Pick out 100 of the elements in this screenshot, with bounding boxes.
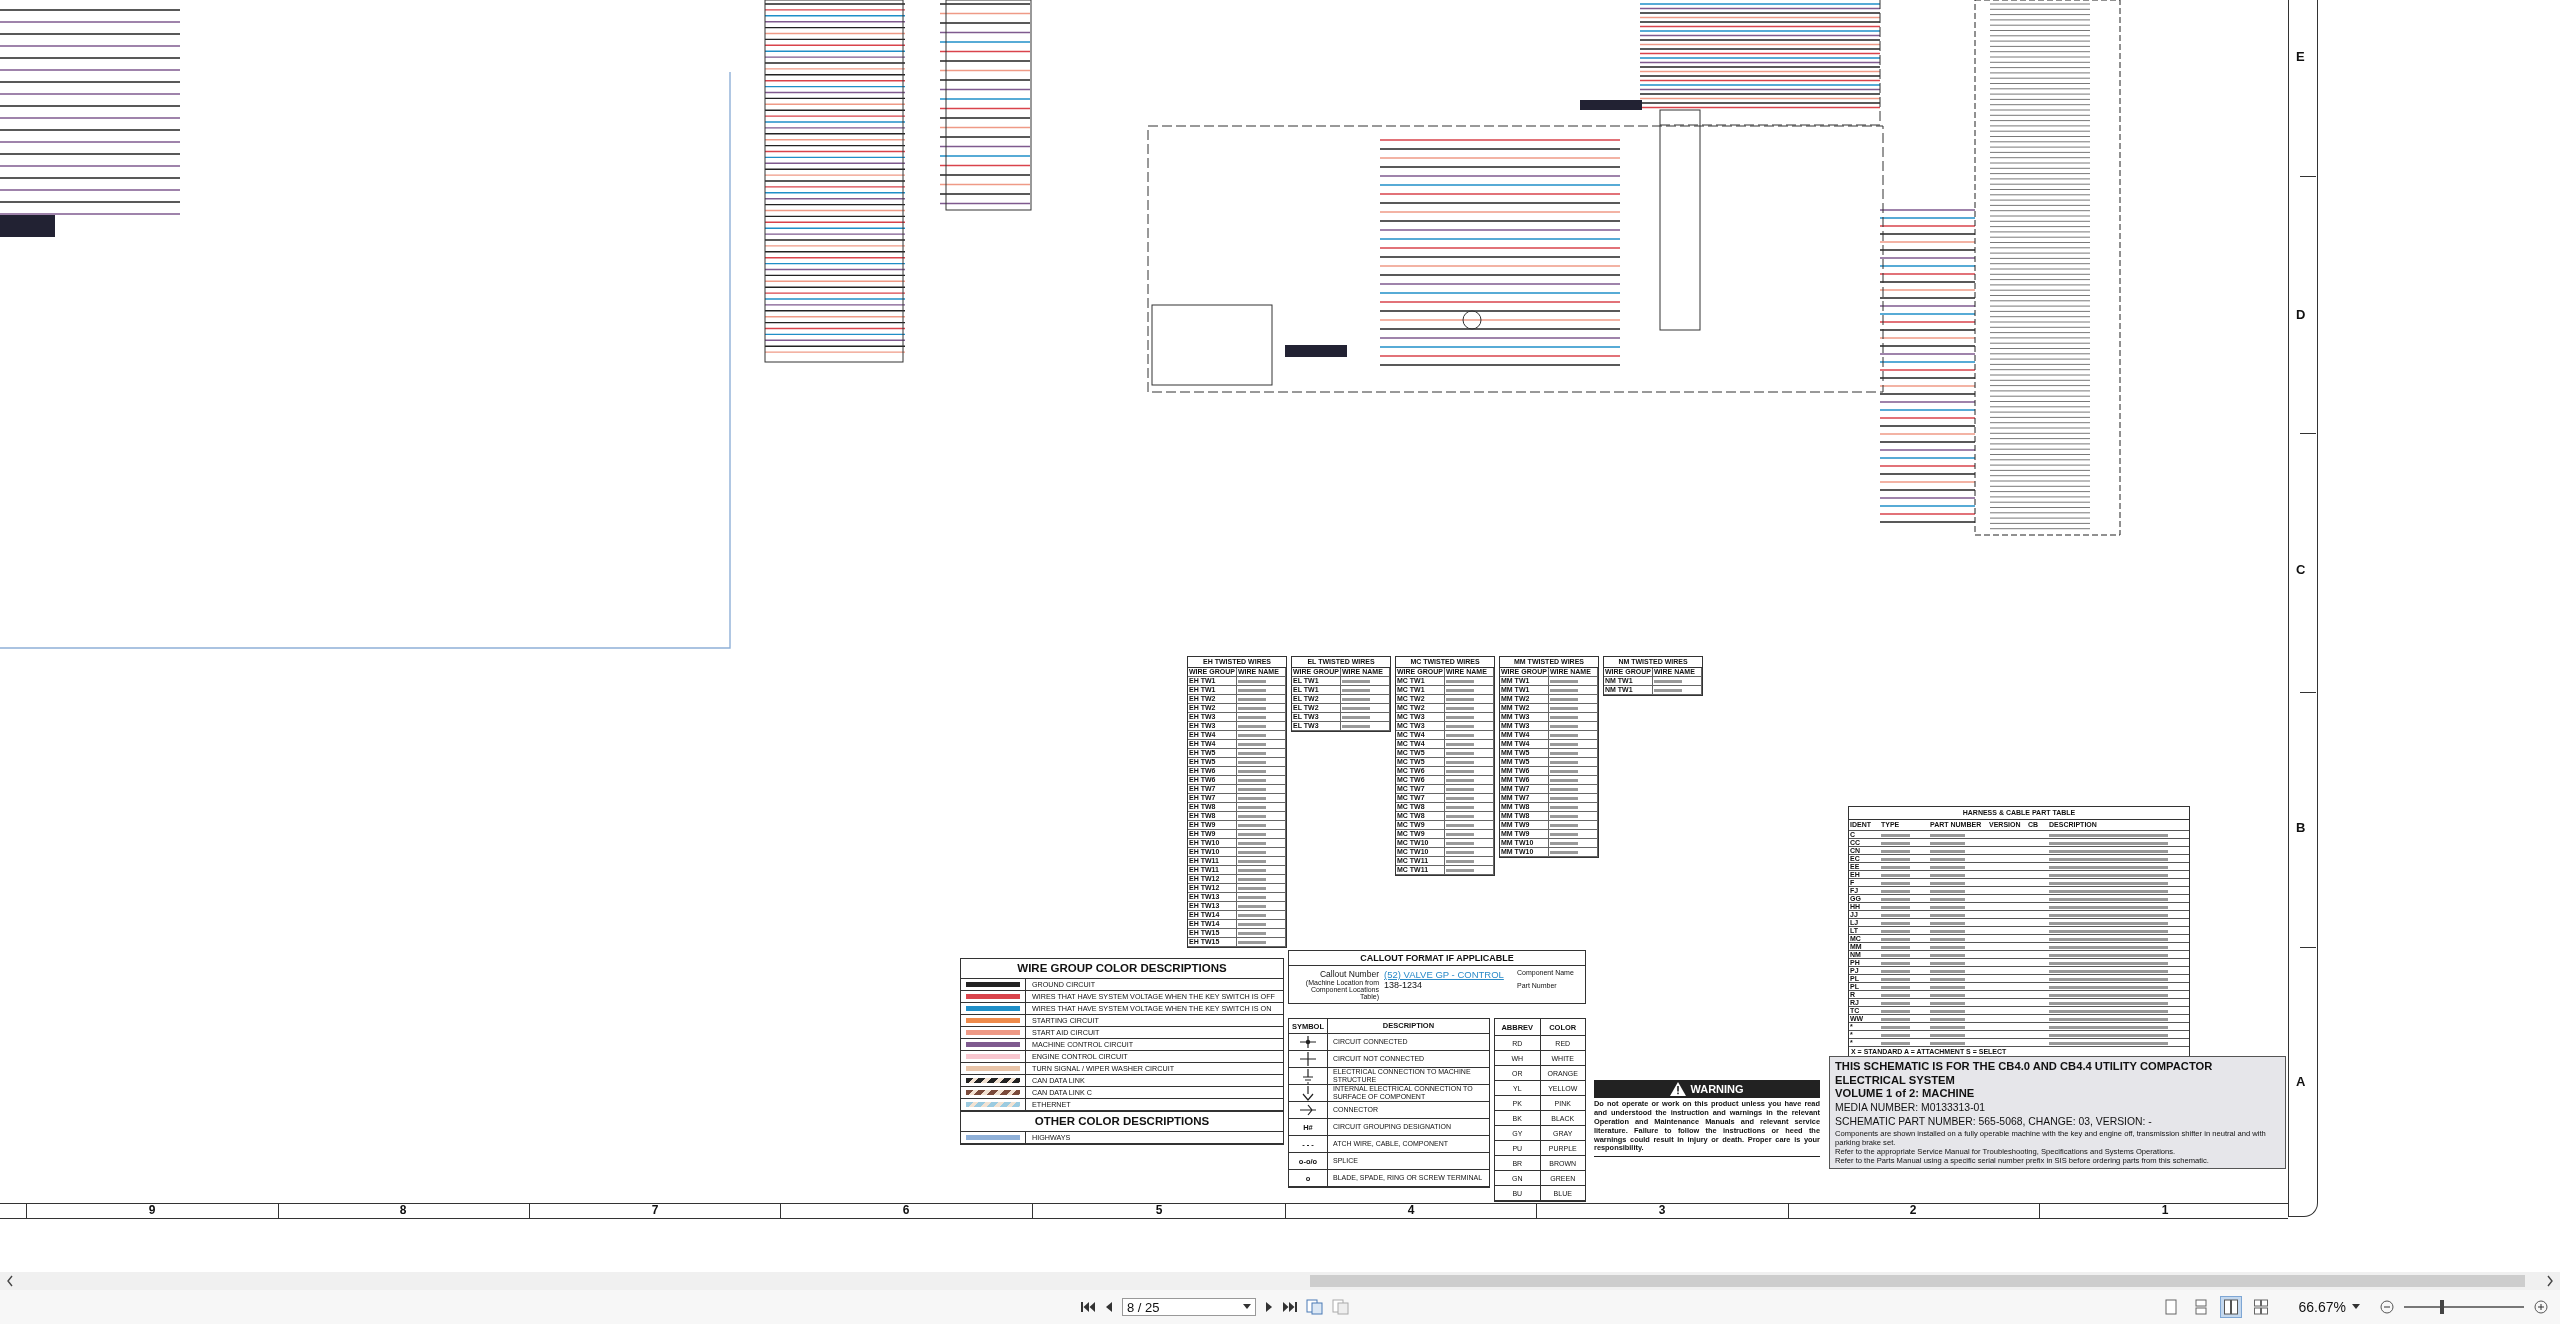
illegible-text-mark — [1550, 778, 1579, 782]
grid-row-label: C — [2296, 562, 2306, 577]
last-page-icon[interactable] — [1282, 1300, 1298, 1314]
illegible-text-mark — [1550, 706, 1579, 710]
illegible-text-mark — [1238, 814, 1267, 818]
illegible-text-mark — [1930, 953, 1965, 957]
horizontal-scrollbar[interactable] — [0, 1272, 2560, 1290]
scrollbar-thumb[interactable] — [1310, 1275, 2525, 1287]
wiring-symbol-icon — [1298, 1034, 1318, 1050]
illegible-text-mark — [1550, 850, 1579, 854]
illegible-text-mark — [1342, 715, 1371, 719]
illegible-text-mark — [1238, 895, 1267, 899]
illegible-text-mark — [1238, 778, 1267, 782]
illegible-text-mark — [1446, 850, 1475, 854]
illegible-text-mark — [1342, 679, 1371, 683]
illegible-text-mark — [1930, 841, 1965, 845]
illegible-text-mark — [1238, 724, 1267, 728]
zoom-in-icon[interactable] — [2534, 1300, 2548, 1314]
illegible-text-mark — [1446, 787, 1475, 791]
grid-column-label: 4 — [1406, 1203, 1416, 1218]
grid-column-label: 9 — [147, 1203, 157, 1218]
pages-icon[interactable] — [1306, 1299, 1324, 1315]
view-mode-button[interactable] — [2220, 1297, 2241, 1317]
dropdown-caret-icon — [2352, 1304, 2360, 1310]
illegible-text-mark — [1550, 841, 1579, 845]
grid-row-label: B — [2296, 820, 2306, 835]
previous-page-icon[interactable] — [1104, 1300, 1114, 1314]
illegible-text-mark — [1930, 1017, 1965, 1021]
grid-row-label: A — [2296, 1074, 2306, 1089]
illegible-text-mark — [1550, 769, 1579, 773]
illegible-text-mark — [1238, 805, 1267, 809]
warning-title: WARNING — [1690, 1083, 1744, 1095]
component-link[interactable]: (52) VALVE GP - CONTROL — [1384, 969, 1512, 980]
illegible-text-mark — [1238, 706, 1267, 710]
illegible-text-mark — [1238, 715, 1267, 719]
illegible-text-mark — [1446, 778, 1475, 782]
wiring-symbol-icon — [1298, 1051, 1318, 1067]
zoom-field[interactable]: 66.67% — [2298, 1299, 2360, 1315]
page-number-field[interactable]: 8 / 25 — [1122, 1298, 1256, 1316]
illegible-text-mark — [1881, 841, 1910, 845]
illegible-text-mark — [1342, 724, 1371, 728]
illegible-text-mark — [1881, 1033, 1910, 1037]
illegible-text-mark — [1881, 945, 1910, 949]
illegible-text-mark — [1550, 751, 1579, 755]
illegible-text-mark — [1654, 679, 1683, 683]
illegible-text-mark — [1550, 724, 1579, 728]
illegible-text-mark — [1446, 868, 1475, 872]
illegible-text-mark — [1930, 1041, 1965, 1045]
zoom-out-icon[interactable] — [2380, 1300, 2394, 1314]
illegible-text-mark — [1930, 1025, 1965, 1029]
illegible-text-mark — [1238, 760, 1267, 764]
scroll-right-icon[interactable] — [2546, 1275, 2554, 1287]
illegible-text-mark — [1930, 913, 1965, 917]
illegible-text-mark — [1550, 832, 1579, 836]
illegible-text-mark — [1550, 814, 1579, 818]
illegible-text-mark — [1550, 760, 1579, 764]
illegible-text-mark — [1550, 733, 1579, 737]
illegible-text-mark — [1238, 823, 1267, 827]
illegible-text-mark — [1930, 985, 1965, 989]
illegible-text-mark — [1550, 823, 1579, 827]
slider-thumb[interactable] — [2440, 1300, 2445, 1314]
illegible-text-mark — [1881, 937, 1910, 941]
illegible-text-mark — [1550, 805, 1579, 809]
first-page-icon[interactable] — [1080, 1300, 1096, 1314]
illegible-text-mark — [1446, 724, 1475, 728]
illegible-text-mark — [1930, 849, 1965, 853]
illegible-text-mark — [1238, 940, 1267, 944]
illegible-text-mark — [1881, 1001, 1910, 1005]
illegible-text-mark — [1881, 873, 1910, 877]
illegible-text-mark — [1446, 841, 1475, 845]
illegible-text-mark — [1238, 697, 1267, 701]
illegible-text-mark — [1342, 706, 1371, 710]
illegible-text-mark — [1930, 833, 1965, 837]
illegible-text-mark — [1881, 833, 1910, 837]
illegible-text-mark — [1446, 805, 1475, 809]
illegible-text-mark — [1238, 688, 1267, 692]
illegible-text-mark — [1881, 921, 1910, 925]
grid-column-label: 1 — [2160, 1203, 2170, 1218]
illegible-text-mark — [1238, 769, 1267, 773]
title-block-text: MEDIA NUMBER: M0133313-01 — [1835, 1100, 1987, 1115]
illegible-text-mark — [1446, 751, 1475, 755]
illegible-text-mark — [1238, 832, 1267, 836]
illegible-text-mark — [1446, 688, 1475, 692]
illegible-text-mark — [1238, 913, 1267, 917]
scroll-left-icon[interactable] — [6, 1275, 14, 1287]
illegible-text-mark — [1238, 922, 1267, 926]
grid-column-label: 8 — [398, 1203, 408, 1218]
illegible-text-mark — [1342, 688, 1371, 692]
illegible-text-mark — [1881, 865, 1910, 869]
part-number: 138-1234 — [1384, 980, 1424, 990]
illegible-text-mark — [1446, 706, 1475, 710]
grid-column-label: 6 — [901, 1203, 911, 1218]
title-block-text: SCHEMATIC PART NUMBER: 565-5068, CHANGE: 03, VERSION: - — [1835, 1114, 2153, 1129]
illegible-text-mark — [1881, 1017, 1910, 1021]
illegible-text-mark — [1446, 733, 1475, 737]
illegible-text-mark — [1550, 787, 1579, 791]
illegible-text-mark — [1881, 953, 1910, 957]
illegible-text-mark — [1881, 857, 1910, 861]
grid-column-label: 3 — [1657, 1203, 1667, 1218]
next-page-icon[interactable] — [1264, 1300, 1274, 1314]
